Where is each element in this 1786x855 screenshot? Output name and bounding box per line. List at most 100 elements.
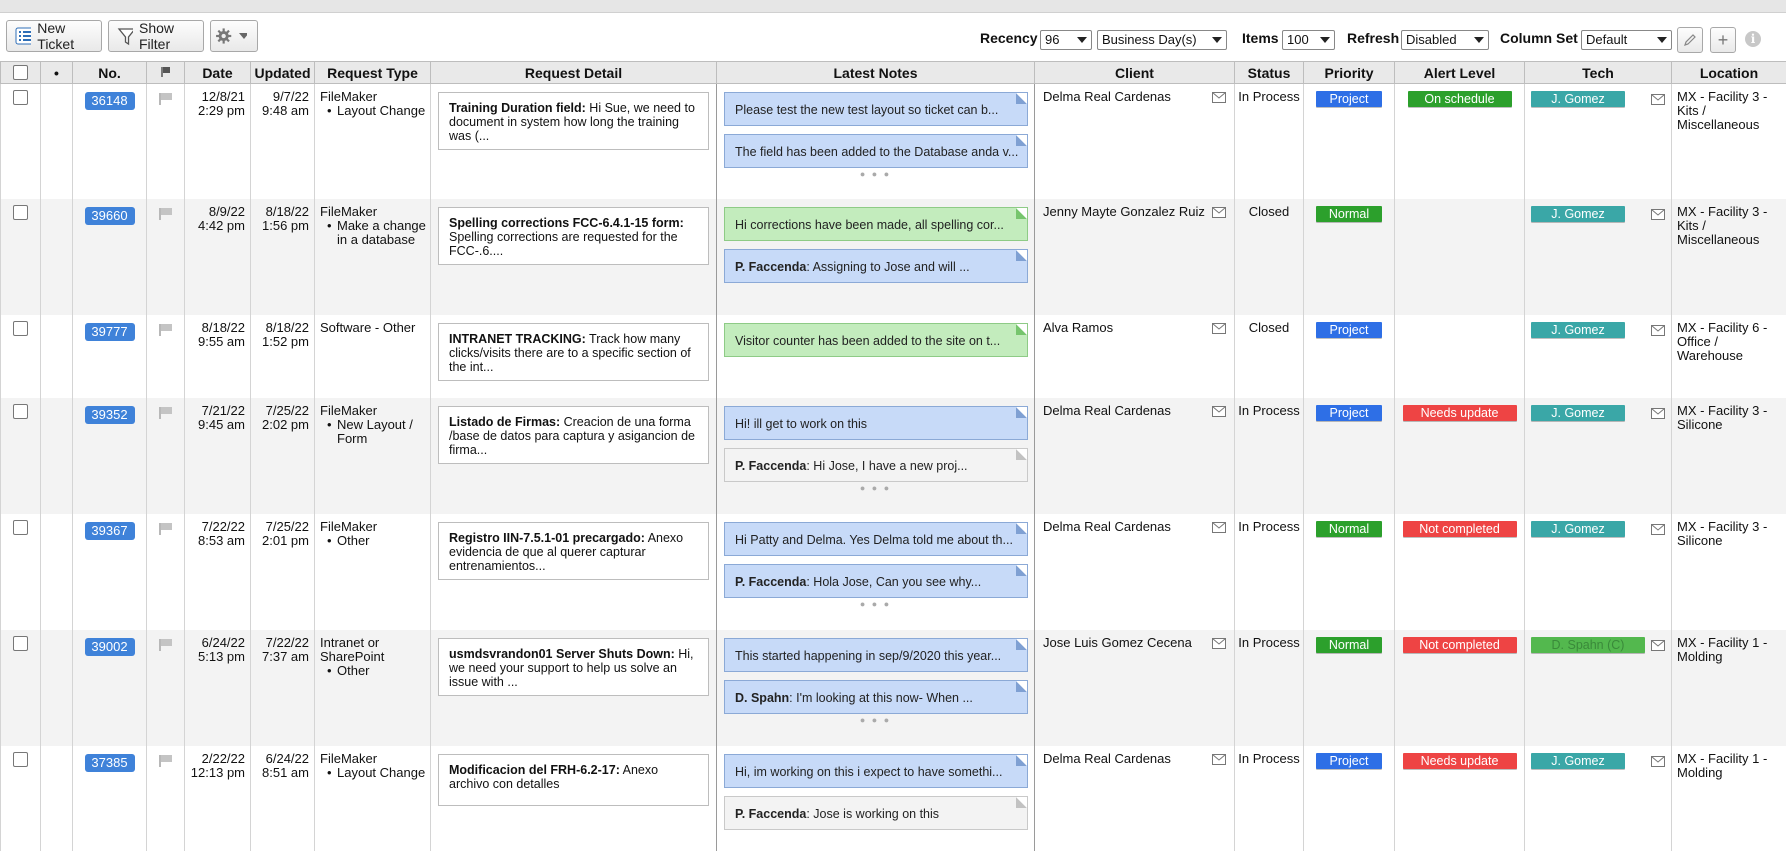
request-detail-box[interactable]: INTRANET TRACKING: Track how many clicks…	[438, 322, 709, 381]
flag-icon[interactable]	[158, 207, 174, 221]
location-text: MX - Facility 3 - Silicone	[1677, 518, 1768, 548]
new-ticket-button[interactable]: New Ticket	[6, 20, 102, 52]
recency-unit-select[interactable]: Business Day(s)	[1097, 30, 1227, 50]
envelope-icon[interactable]	[1651, 407, 1665, 419]
select-all-header[interactable]	[0, 61, 41, 84]
request-detail-box[interactable]: Listado de Firmas: Creacion de una forma…	[438, 405, 709, 464]
table-row[interactable]: 39352 7/21/22 9:45 am 7/25/22 2:02 pm FileMak…	[0, 397, 1786, 514]
col-flag[interactable]	[146, 61, 185, 84]
ticket-number-link[interactable]: 39660	[84, 206, 135, 225]
flag-icon[interactable]	[158, 406, 174, 420]
table-row[interactable]: 36148 12/8/21 2:29 pm 9/7/22 9:48 am FileMake…	[0, 83, 1786, 199]
table-row[interactable]: 39002 6/24/22 5:13 pm 7/22/22 7:37 am Intrane…	[0, 629, 1786, 746]
request-detail-box[interactable]: Spelling corrections FCC-6.4.1-15 form: …	[438, 206, 709, 265]
flag-icon[interactable]	[158, 323, 174, 337]
col-request-detail[interactable]: Request Detail	[430, 61, 717, 84]
more-notes-indicator[interactable]: ● ● ●	[718, 483, 1034, 493]
request-detail-box[interactable]: usmdsvrandon01 Server Shuts Down: Hi, we…	[438, 637, 709, 696]
ticket-number-link[interactable]: 39352	[84, 405, 135, 424]
row-checkbox[interactable]	[13, 320, 28, 336]
location-cell: MX - Facility 3 - Kits / Miscellaneous	[1671, 83, 1786, 199]
row-checkbox[interactable]	[13, 90, 28, 105]
row-checkbox[interactable]	[13, 403, 28, 419]
row-dot-cell	[40, 397, 73, 514]
envelope-icon[interactable]	[1212, 753, 1226, 765]
note-card[interactable]: P. Faccenda: Assigning to Jose and will …	[724, 248, 1028, 283]
col-alert-level[interactable]: Alert Level	[1394, 61, 1525, 84]
flag-icon[interactable]	[158, 638, 174, 652]
envelope-icon[interactable]	[1212, 637, 1226, 649]
table-row[interactable]: 39367 7/22/22 8:53 am 7/25/22 2:01 pm FileMak…	[0, 513, 1786, 630]
col-tech[interactable]: Tech	[1524, 61, 1672, 84]
note-card[interactable]: This started happening in sep/9/2020 thi…	[724, 637, 1028, 672]
envelope-icon[interactable]	[1212, 206, 1226, 218]
col-no[interactable]: No.	[72, 61, 147, 84]
flag-icon[interactable]	[158, 522, 174, 536]
envelope-icon[interactable]	[1651, 755, 1665, 767]
col-date[interactable]: Date	[184, 61, 251, 84]
col-status[interactable]: Status	[1234, 61, 1304, 84]
show-filter-button[interactable]: Show Filter	[108, 20, 204, 52]
row-checkbox[interactable]	[13, 519, 28, 535]
select-all-checkbox[interactable]	[13, 65, 28, 80]
more-notes-indicator[interactable]: ● ● ●	[718, 599, 1034, 609]
date-cell: 6/24/22 5:13 pm	[184, 629, 251, 746]
note-card[interactable]: Please test the new test layout so ticke…	[724, 92, 1028, 126]
note-card[interactable]: P. Faccenda: Hola Jose, Can you see why.…	[724, 563, 1028, 598]
envelope-icon[interactable]	[1651, 324, 1665, 336]
add-column-set-button[interactable]: +	[1710, 27, 1736, 53]
request-type-cell: Intranet or SharePointOther	[314, 629, 431, 746]
table-row[interactable]: 39777 8/18/22 9:55 am 8/18/22 1:52 pm Softwar…	[0, 314, 1786, 398]
row-checkbox[interactable]	[13, 751, 28, 767]
envelope-icon[interactable]	[1212, 322, 1226, 334]
ticket-number-link[interactable]: 39777	[84, 322, 135, 341]
column-set-select[interactable]: Default	[1581, 30, 1672, 50]
envelope-icon[interactable]	[1651, 94, 1665, 105]
note-card[interactable]: The field has been added to the Database…	[724, 134, 1028, 168]
col-request-type[interactable]: Request Type	[314, 61, 431, 84]
ticket-number-link[interactable]: 37385	[84, 753, 135, 772]
note-card[interactable]: Hi! ill get to work on this	[724, 405, 1028, 440]
col-dot[interactable]: •	[40, 61, 73, 84]
ticket-number-link[interactable]: 39367	[84, 521, 135, 540]
items-select[interactable]: 100	[1282, 30, 1335, 50]
envelope-icon[interactable]	[1651, 523, 1665, 535]
row-checkbox[interactable]	[13, 204, 28, 220]
recency-select[interactable]: 96	[1040, 30, 1092, 50]
note-card[interactable]: P. Faccenda: Jose is working on this	[724, 795, 1028, 830]
settings-menu-button[interactable]	[210, 20, 258, 52]
flag-icon[interactable]	[158, 92, 174, 106]
request-detail-box[interactable]: Registro IIN-7.5.1-01 precargado: Anexo …	[438, 521, 709, 580]
ticket-number-link[interactable]: 36148	[84, 92, 135, 110]
request-detail-box[interactable]: Modificacion del FRH-6.2-17: Anexo archi…	[438, 753, 709, 806]
table-row[interactable]: 39660 8/9/22 4:42 pm 8/18/22 1:56 pm FileMake…	[0, 198, 1786, 315]
note-card[interactable]: Visitor counter has been added to the si…	[724, 322, 1028, 357]
ticket-number-link[interactable]: 39002	[84, 637, 135, 656]
col-priority[interactable]: Priority	[1303, 61, 1395, 84]
refresh-select[interactable]: Disabled	[1401, 30, 1489, 50]
envelope-icon[interactable]	[1651, 639, 1665, 651]
detail-title: Spelling corrections FCC-6.4.1-15 form:	[449, 215, 684, 230]
edit-column-set-button[interactable]	[1677, 27, 1703, 53]
note-card[interactable]: P. Faccenda: Hi Jose, I have a new proj.…	[724, 447, 1028, 482]
envelope-icon[interactable]	[1651, 208, 1665, 220]
request-detail-box[interactable]: Training Duration field: Hi Sue, we need…	[438, 92, 709, 150]
envelope-icon[interactable]	[1212, 405, 1226, 417]
col-updated[interactable]: Updated	[250, 61, 315, 84]
row-checkbox[interactable]	[13, 635, 28, 651]
col-client[interactable]: Client	[1034, 61, 1235, 84]
note-card[interactable]: D. Spahn: I'm looking at this now- When …	[724, 679, 1028, 714]
note-card[interactable]: Hi Patty and Delma. Yes Delma told me ab…	[724, 521, 1028, 556]
envelope-icon[interactable]	[1212, 521, 1226, 533]
col-latest-notes[interactable]: Latest Notes	[716, 61, 1035, 84]
envelope-icon[interactable]	[1212, 92, 1226, 103]
table-row[interactable]: 37385 2/22/22 12:13 pm 6/24/22 8:51 am FileMa…	[0, 745, 1786, 851]
col-location[interactable]: Location	[1671, 61, 1786, 84]
flag-icon[interactable]	[158, 754, 174, 768]
more-notes-indicator[interactable]: ● ● ●	[718, 169, 1034, 179]
more-notes-indicator[interactable]: ● ● ●	[718, 715, 1034, 725]
info-icon[interactable]: i	[1745, 31, 1761, 47]
request-type: Software - Other	[320, 319, 416, 335]
note-card[interactable]: Hi corrections have been made, all spell…	[724, 206, 1028, 241]
note-card[interactable]: Hi, im working on this i expect to have …	[724, 753, 1028, 788]
